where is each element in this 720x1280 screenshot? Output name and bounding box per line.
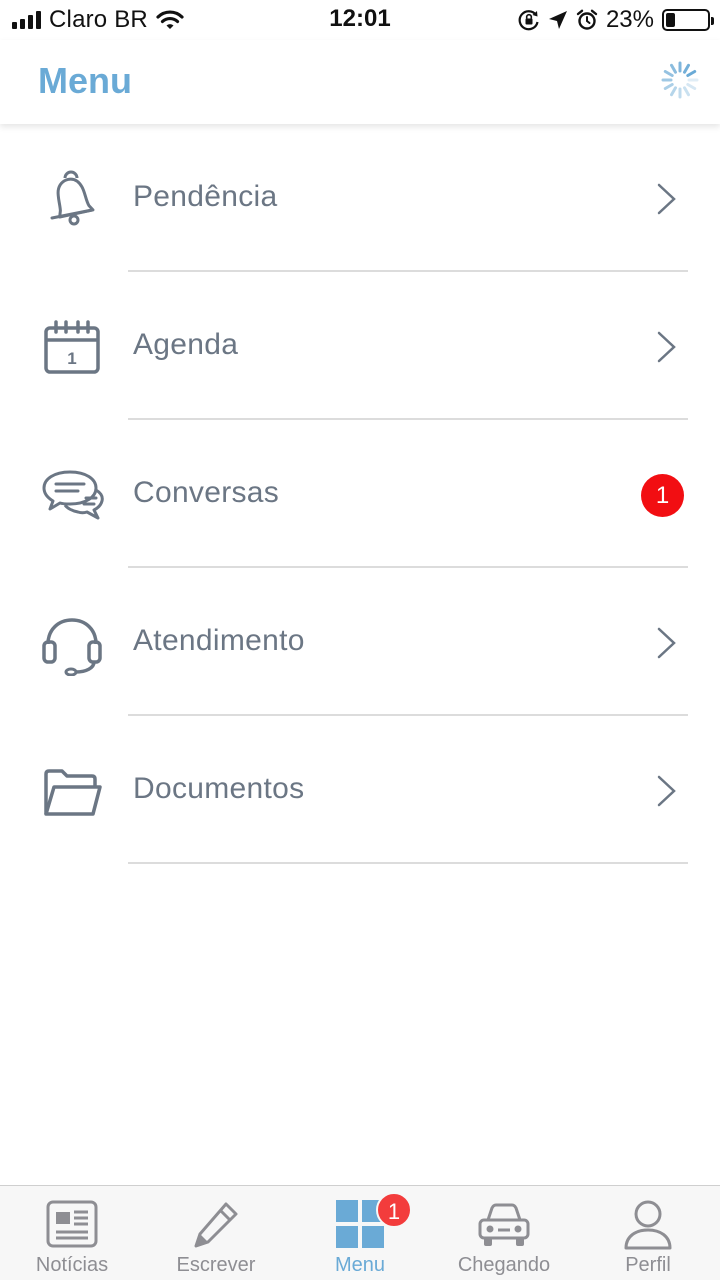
- tab-escrever[interactable]: Escrever: [144, 1186, 288, 1280]
- menu-item-documentos[interactable]: Documentos: [0, 716, 720, 864]
- divider: [128, 862, 688, 864]
- tab-badge: 1: [376, 1192, 412, 1228]
- menu-item-label: Conversas: [133, 476, 280, 509]
- location-arrow-icon: [548, 11, 567, 29]
- spinner-spoke: [670, 63, 677, 74]
- menu-item-label: Atendimento: [133, 624, 305, 657]
- chat-bubbles-icon: [42, 470, 104, 520]
- menu-item-conversas[interactable]: Conversas 1: [0, 420, 720, 568]
- tab-label: Chegando: [457, 1254, 551, 1276]
- pencil-icon: [194, 1202, 238, 1248]
- spinner-spoke: [686, 70, 697, 77]
- battery-percentage: 23%: [605, 6, 654, 33]
- calendar-icon: 1: [44, 320, 100, 374]
- battery-fill: [666, 13, 676, 27]
- newspaper-icon: [46, 1200, 98, 1248]
- status-bar: Claro BR 12:01 23%: [0, 0, 720, 40]
- tab-chegando[interactable]: Chegando: [432, 1186, 576, 1280]
- chevron-right-icon: [657, 331, 676, 363]
- menu-item-label: Pendência: [133, 180, 278, 213]
- menu-item-agenda[interactable]: 1 Agenda: [0, 272, 720, 420]
- tab-label: Perfil: [625, 1254, 671, 1276]
- menu-item-label: Documentos: [133, 772, 305, 805]
- spinner-spoke: [683, 63, 690, 74]
- bell-icon: [50, 170, 95, 226]
- spinner-spoke: [663, 70, 674, 77]
- tab-bar: Notícias Escrever 1 Menu Chegando Perfil: [0, 1185, 720, 1280]
- menu-item-atendimento[interactable]: Atendimento: [0, 568, 720, 716]
- spinner-spoke: [683, 86, 690, 97]
- menu-item-pendencia[interactable]: Pendência: [0, 124, 720, 272]
- chevron-right-icon: [657, 627, 676, 659]
- calendar-day-number: 1: [67, 349, 76, 368]
- tab-label: Menu: [334, 1254, 386, 1276]
- alarm-icon: [576, 9, 598, 30]
- tab-label: Escrever: [176, 1254, 256, 1276]
- tab-label: Notícias: [35, 1254, 109, 1276]
- folder-icon: [44, 769, 102, 816]
- spinner-spoke: [670, 86, 677, 97]
- headset-icon: [42, 618, 102, 676]
- chevron-right-icon: [657, 775, 676, 807]
- nav-bar: Menu: [0, 40, 720, 124]
- spinner-spoke: [686, 83, 697, 90]
- chevron-right-icon: [657, 183, 676, 215]
- page-title: Menu: [38, 60, 132, 101]
- menu-item-label: Agenda: [133, 328, 239, 361]
- tab-menu[interactable]: 1 Menu: [288, 1186, 432, 1280]
- spinner-spoke: [663, 83, 674, 90]
- rotation-lock-icon: [518, 10, 539, 31]
- loading-spinner-icon: [661, 61, 699, 99]
- tab-noticias[interactable]: Notícias: [0, 1186, 144, 1280]
- menu-list: Pendência 1 Agenda Conversas 1 Atendimen…: [0, 124, 720, 864]
- car-icon: [478, 1203, 530, 1246]
- tab-perfil[interactable]: Perfil: [576, 1186, 720, 1280]
- status-right: 23%: [518, 6, 714, 34]
- person-icon: [624, 1200, 672, 1250]
- unread-count-badge: 1: [641, 474, 684, 517]
- battery-icon: [662, 9, 714, 31]
